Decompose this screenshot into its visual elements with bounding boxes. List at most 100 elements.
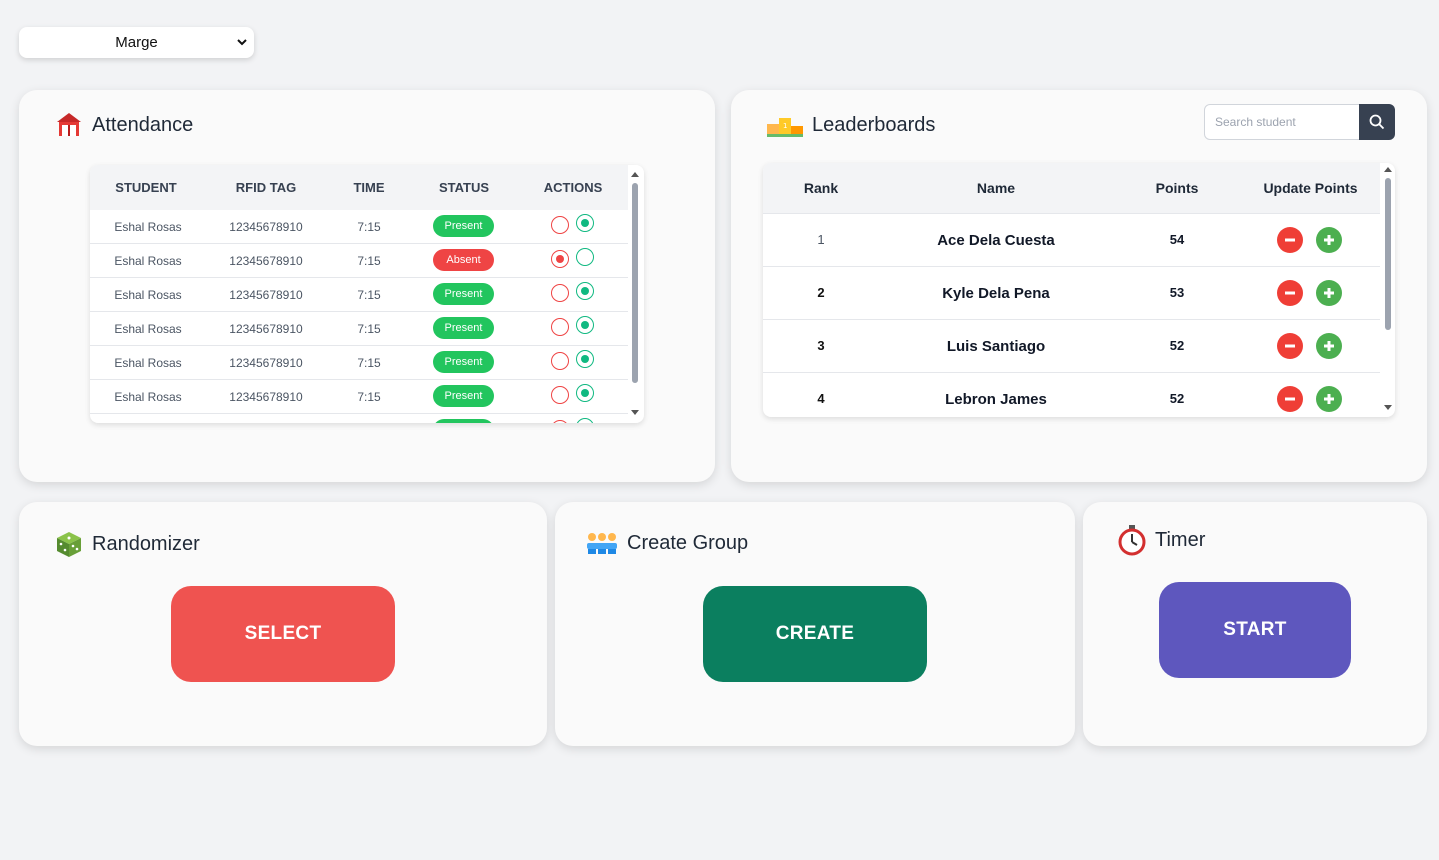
leaderboards-card: 1 Leaderboards Search student Rank Name … [731,90,1427,482]
rfid-tag: 12345678910 [229,356,303,370]
rfid-tag: 12345678910 [229,220,303,234]
stopwatch-icon [1118,525,1146,556]
student-name: Eshal Rosas [114,254,182,268]
rank-value: 3 [817,338,825,353]
leaderboard-scrollbar[interactable] [1381,163,1395,417]
table-row: 2 Kyle Dela Pena 53 [763,267,1380,320]
student-name: Eshal Rosas [114,356,182,370]
scroll-thumb[interactable] [1385,178,1391,330]
scroll-thumb[interactable] [632,183,638,383]
status-badge: Present [433,283,494,305]
points-value: 52 [1169,338,1185,353]
status-badge: Present [433,215,494,237]
scroll-up-arrow-icon[interactable] [1384,167,1392,172]
leaderboards-title: 1 Leaderboards [766,110,935,140]
scroll-down-arrow-icon[interactable] [1384,405,1392,410]
increase-points-button[interactable] [1316,280,1342,306]
mark-absent-radio[interactable] [551,216,569,234]
decrease-points-button[interactable] [1277,280,1303,306]
decrease-points-button[interactable] [1277,227,1303,253]
mark-absent-radio[interactable] [551,386,569,404]
table-row: 4 Lebron James 52 [763,373,1380,417]
increase-points-button[interactable] [1316,333,1342,359]
column-header-update-points: Update Points [1263,180,1358,196]
svg-text:1: 1 [783,122,787,130]
mark-absent-radio[interactable] [551,250,569,268]
podium-icon: 1 [767,118,803,137]
attendance-card: Attendance STUDENT RFID TAG TIME STATUS … [19,90,715,482]
create-group-title: Create Group [585,530,748,556]
student-name: Luis Santiago [946,338,1046,355]
mark-absent-radio[interactable] [551,352,569,370]
column-header-points: Points [1155,180,1199,196]
mark-present-radio[interactable] [576,248,594,266]
timer-title: Timer [1117,524,1205,556]
create-button[interactable]: CREATE [703,586,927,682]
minus-icon [1285,344,1295,348]
mark-present-radio[interactable] [576,350,594,368]
time-value: 7:15 [357,356,381,370]
select-button[interactable]: SELECT [171,586,395,682]
column-header-student: STUDENT [115,180,177,195]
table-row: Eshal Rosas 12345678910 7:15 Absent [90,244,628,278]
increase-points-button[interactable] [1316,386,1342,412]
decrease-points-button[interactable] [1277,386,1303,412]
leaderboard-table-header: Rank Name Points Update Points [763,163,1380,214]
time-value: 7:15 [357,254,381,268]
decrease-points-button[interactable] [1277,333,1303,359]
mark-present-radio[interactable] [576,214,594,232]
column-header-actions: ACTIONS [543,180,603,195]
column-header-status: STATUS [438,180,490,195]
points-value: 53 [1169,285,1185,300]
scroll-up-arrow-icon[interactable] [631,172,639,177]
scroll-down-arrow-icon[interactable] [631,410,639,415]
randomizer-title: Randomizer [54,530,200,558]
start-button[interactable]: START [1159,582,1351,678]
table-row: Eshal Rosas 12345678910 7:15 Present [90,210,628,244]
mark-absent-radio[interactable] [551,420,569,423]
status-badge: Absent [433,249,494,271]
time-value: 7:15 [357,220,381,234]
plus-icon [1324,394,1334,404]
mark-present-radio[interactable] [576,316,594,334]
plus-icon [1324,235,1334,245]
status-badge: Present [433,317,494,339]
status-badge [433,419,494,423]
minus-icon [1285,397,1295,401]
mark-present-radio[interactable] [576,282,594,300]
points-value: 54 [1169,232,1185,247]
rfid-tag: 12345678910 [229,390,303,404]
status-badge: Present [433,351,494,373]
minus-icon [1285,238,1295,242]
student-name: Eshal Rosas [114,390,182,404]
student-name: Ace Dela Cuesta [937,232,1055,249]
mark-present-radio[interactable] [576,418,594,423]
class-select[interactable]: Marge [19,27,254,58]
search-student-input[interactable]: Search student [1204,104,1360,140]
time-value: 7:15 [357,322,381,336]
search-icon [1369,114,1385,130]
table-row-partial [90,414,628,423]
attendance-title: Attendance [54,110,193,140]
attendance-scrollbar[interactable] [628,165,642,423]
time-value: 7:15 [357,288,381,302]
minus-icon [1285,291,1295,295]
rfid-tag: 12345678910 [229,322,303,336]
class-select-value: Marge [115,34,158,51]
time-value: 7:15 [357,390,381,404]
school-icon [57,113,81,136]
mark-absent-radio[interactable] [551,284,569,302]
table-row: Eshal Rosas 12345678910 7:15 Present [90,380,628,414]
student-name: Kyle Dela Pena [942,285,1050,302]
column-header-time: TIME [353,180,385,195]
mark-present-radio[interactable] [576,384,594,402]
create-group-card: Create Group CREATE [555,502,1075,746]
search-button[interactable] [1359,104,1395,140]
rfid-tag: 12345678910 [229,254,303,268]
mark-absent-radio[interactable] [551,318,569,336]
points-value: 52 [1169,391,1185,406]
increase-points-button[interactable] [1316,227,1342,253]
student-name: Eshal Rosas [114,322,182,336]
table-row: 3 Luis Santiago 52 [763,320,1380,373]
column-header-name: Name [976,180,1016,196]
